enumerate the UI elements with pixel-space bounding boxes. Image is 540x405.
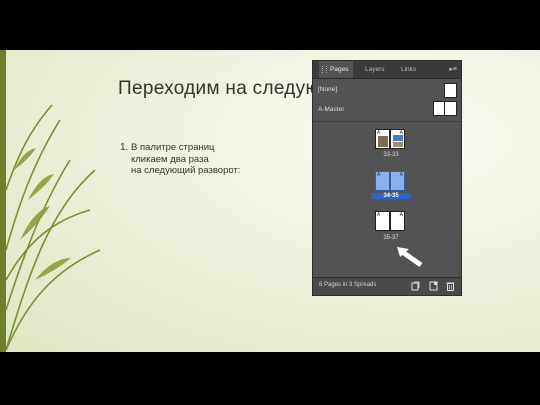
new-page-icon[interactable] xyxy=(429,281,438,291)
grass-decoration xyxy=(5,104,101,351)
tab-pages-label: Pages xyxy=(330,66,349,73)
master-none-thumbnail xyxy=(444,83,457,98)
page-master-marker: A xyxy=(399,212,403,218)
page-thumbnail: A xyxy=(390,129,405,149)
panel-footer: 6 Pages in 3 Spreads xyxy=(313,277,461,295)
list-item-text: В палитре страниц кликаем два раза на сл… xyxy=(131,142,241,176)
pointer-arrow-icon xyxy=(397,247,423,267)
page-thumbnail: A xyxy=(375,129,390,149)
page-thumbnail: A xyxy=(390,171,405,191)
list-item-number: 1. xyxy=(120,142,129,153)
page-image xyxy=(378,136,388,147)
page-count-status: 6 Pages in 3 Spreads xyxy=(319,282,377,288)
spread-35-37[interactable]: A A 35-37 xyxy=(375,211,407,247)
panel-menu-icon[interactable]: ▸≡ xyxy=(449,65,457,73)
tab-layers[interactable]: Layers xyxy=(365,61,385,78)
page-thumbnail: A xyxy=(375,211,390,231)
grip-icon xyxy=(322,66,327,73)
master-a-right-thumbnail xyxy=(444,101,457,116)
page-thumbnail: A xyxy=(390,211,405,231)
spread-label-selected: 34-35 xyxy=(371,193,411,199)
page-master-marker: A xyxy=(377,172,381,178)
spread-label: 35-37 xyxy=(383,235,399,241)
master-a-label: A-Master xyxy=(318,106,345,113)
page-thumbnail: A xyxy=(375,171,390,191)
panel-tab-bar: Pages Layers Links ▸≡ xyxy=(313,61,461,79)
trash-icon[interactable] xyxy=(446,281,455,291)
page-master-marker: A xyxy=(377,212,381,218)
page-image xyxy=(393,135,403,141)
master-none-label: [None] xyxy=(318,86,338,93)
tab-pages[interactable]: Pages xyxy=(319,61,354,78)
page-image xyxy=(393,142,403,147)
master-none[interactable]: [None] xyxy=(318,86,456,93)
panel-divider xyxy=(313,121,461,122)
page-size-icon[interactable] xyxy=(411,281,420,291)
tab-links[interactable]: Links xyxy=(401,61,416,78)
spread-34-35[interactable]: A A 34-35 xyxy=(371,171,411,207)
spread-33[interactable]: A A 33-33 xyxy=(375,129,407,165)
spread-label: 33-33 xyxy=(383,152,399,158)
pages-panel: Pages Layers Links ▸≡ [None] A-Master A … xyxy=(312,60,462,296)
page-master-marker: A xyxy=(399,172,403,178)
